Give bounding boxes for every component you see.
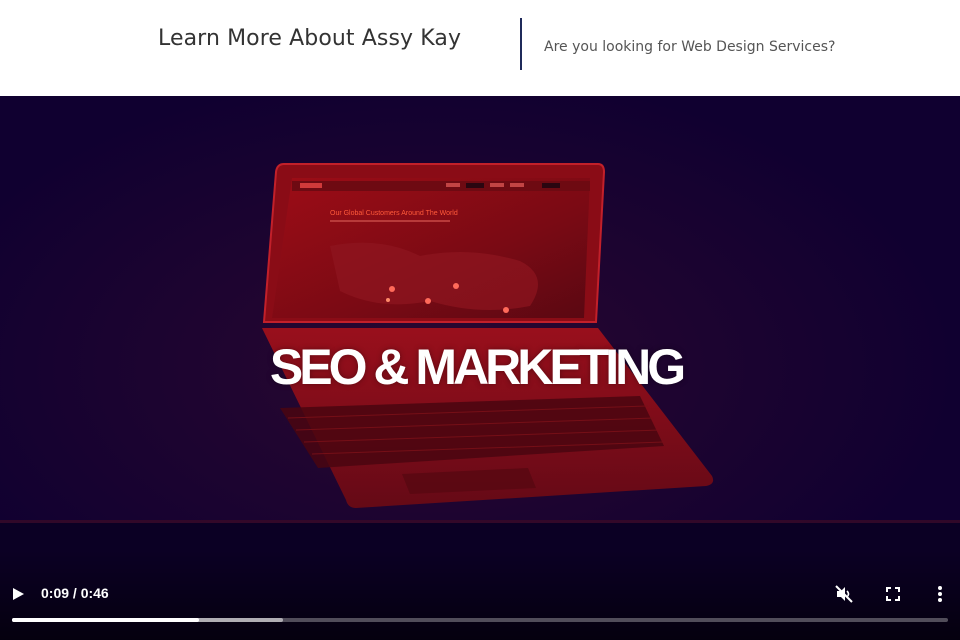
controls-gradient [0,550,960,640]
page-header: Learn More About Assy Kay Are you lookin… [0,0,960,96]
header-tagline: Are you looking for Web Design Services? [544,39,836,55]
volume-muted-icon [835,585,853,603]
fullscreen-button[interactable] [879,580,907,608]
fullscreen-icon [886,587,900,601]
played-bar [12,618,200,622]
more-vertical-icon [938,586,942,602]
header-divider [520,18,522,70]
video-title-overlay: SEO & MARKETING [269,339,686,395]
time-display: 0:09 / 0:46 [41,585,109,601]
screen-headline: Our Global Customers Around The World [330,210,458,217]
video-player[interactable]: Our Global Customers Around The World SE… [0,96,960,640]
play-icon [13,588,24,600]
progress-track[interactable] [12,618,948,622]
more-options-button[interactable] [926,580,954,608]
play-button[interactable] [4,580,32,608]
mute-button[interactable] [830,580,858,608]
page-title: Learn More About Assy Kay [158,26,462,51]
